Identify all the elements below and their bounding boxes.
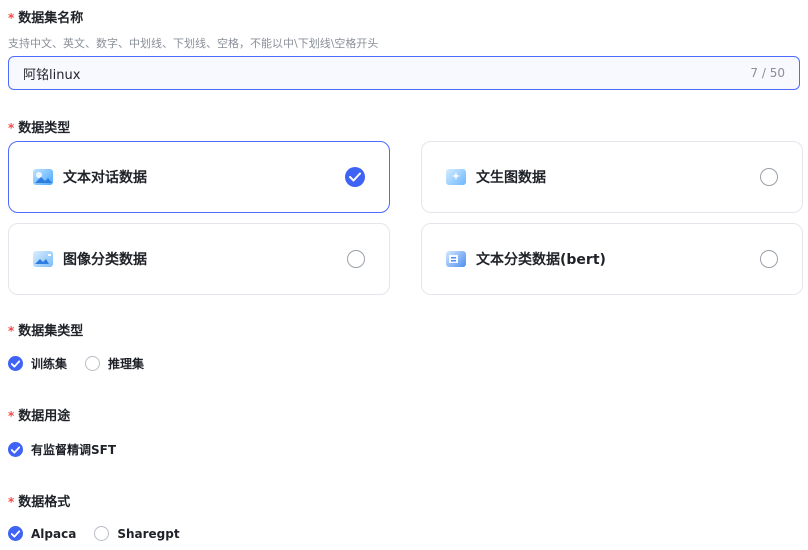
radio-unchecked-icon[interactable]	[85, 356, 101, 371]
option-training-set[interactable]: 训练集	[8, 355, 67, 372]
data-type-card-text-dialogue[interactable]: 文本对话数据	[8, 141, 390, 213]
option-label: Alpaca	[31, 526, 77, 541]
option-inference-set[interactable]: 推理集	[85, 355, 144, 372]
chat-image-icon	[33, 169, 53, 185]
required-mark: *	[8, 11, 15, 25]
data-usage-options: 有监督精调SFT	[8, 441, 116, 458]
card-title: 文本分类数据(bert)	[476, 252, 606, 268]
option-label: 有监督精调SFT	[31, 443, 117, 457]
dataset-name-label-text: 数据集名称	[18, 11, 84, 26]
data-type-label-text: 数据类型	[18, 121, 71, 136]
check-icon[interactable]	[345, 167, 365, 187]
option-label: 训练集	[31, 357, 68, 371]
dataset-name-value[interactable]: 阿铭linux	[23, 64, 80, 83]
text-classify-icon	[446, 251, 466, 267]
data-type-card-text-to-image[interactable]: 文生图数据	[421, 141, 803, 213]
data-type-card-text-classify[interactable]: 文本分类数据(bert)	[421, 223, 803, 295]
data-usage-label-text: 数据用途	[18, 409, 71, 424]
option-label: 推理集	[108, 357, 145, 371]
card-title: 文本对话数据	[63, 170, 147, 186]
required-mark: *	[8, 409, 15, 423]
data-usage-label: * 数据用途	[8, 405, 70, 424]
dataset-name-hint: 支持中文、英文、数字、中划线、下划线、空格，不能以中\下划线\空格开头	[8, 37, 379, 50]
image-classify-icon	[33, 251, 53, 267]
data-type-card-image-classify[interactable]: 图像分类数据	[8, 223, 390, 295]
radio-unchecked-icon[interactable]	[94, 526, 110, 541]
option-sharegpt[interactable]: Sharegpt	[94, 526, 180, 541]
required-mark: *	[8, 324, 15, 338]
dataset-type-label-text: 数据集类型	[18, 324, 84, 339]
option-sft[interactable]: 有监督精调SFT	[8, 441, 116, 458]
required-mark: *	[8, 495, 15, 509]
required-mark: *	[8, 121, 15, 135]
radio-checked-icon[interactable]	[8, 442, 23, 457]
data-format-options: Alpaca Sharegpt	[8, 526, 180, 541]
data-type-label: * 数据类型	[8, 117, 70, 136]
card-title: 图像分类数据	[63, 252, 147, 268]
radio-unchecked[interactable]	[760, 250, 778, 268]
dataset-name-label: * 数据集名称	[8, 7, 83, 26]
card-title: 文生图数据	[476, 170, 546, 186]
data-format-label-text: 数据格式	[18, 495, 71, 510]
dataset-type-label: * 数据集类型	[8, 320, 83, 339]
radio-checked-icon[interactable]	[8, 526, 23, 541]
radio-unchecked[interactable]	[760, 168, 778, 186]
data-format-label: * 数据格式	[8, 491, 70, 510]
option-label: Sharegpt	[117, 526, 180, 541]
radio-unchecked[interactable]	[347, 250, 365, 268]
radio-checked-icon[interactable]	[8, 356, 23, 371]
dataset-type-options: 训练集 推理集	[8, 355, 144, 372]
text-to-image-icon	[446, 169, 466, 185]
char-counter: 7 / 50	[750, 66, 785, 80]
dataset-name-input[interactable]: 阿铭linux 7 / 50	[8, 56, 800, 90]
option-alpaca[interactable]: Alpaca	[8, 526, 76, 541]
